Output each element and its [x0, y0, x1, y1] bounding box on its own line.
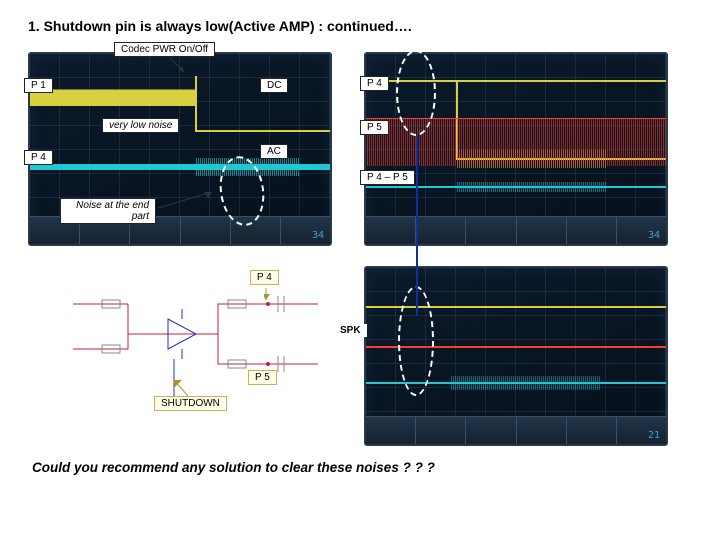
label-dc: DC	[260, 78, 288, 93]
label-very-low-noise: very low noise	[102, 118, 179, 133]
label-p1: P 1	[24, 78, 53, 93]
label-p4-left: P 4	[24, 150, 53, 165]
highlight-circle-top-right	[396, 50, 436, 136]
trace-yellow-fall	[195, 76, 197, 132]
trace-cyan-b-noise	[450, 376, 600, 390]
label-spk: SPK	[334, 324, 367, 337]
label-p5-right: P 5	[360, 120, 389, 135]
question-text: Could you recommend any solution to clea…	[28, 460, 692, 475]
trace-cyan-r-noise	[456, 182, 606, 192]
oscilloscope-row: 34 34 Codec PWR On/Off P 1 P 4 DC AC ver…	[28, 48, 688, 258]
scope-footer-r	[366, 216, 666, 244]
trace-yellow-low	[195, 130, 330, 132]
callout-p5-schem: P 5	[248, 370, 277, 385]
label-p4-right: P 4	[360, 76, 389, 91]
pointer-noise-end	[156, 188, 216, 218]
scope-readout-right-top: 34	[648, 230, 660, 241]
callout-shutdown: SHUTDOWN	[154, 396, 227, 411]
callout-p4-schem: P 4	[250, 270, 279, 285]
label-p4-p5: P 4 – P 5	[360, 170, 415, 185]
pointer-p4-schem	[264, 286, 294, 306]
scope-footer-b	[366, 416, 666, 444]
label-ac: AC	[260, 144, 288, 159]
label-codec-pwr: Codec PWR On/Off	[114, 42, 215, 57]
scope-readout-left: 34	[312, 230, 324, 241]
label-noise-end: Noise at the end part	[60, 198, 156, 224]
connector-line	[416, 136, 418, 316]
page-title: 1. Shutdown pin is always low(Active AMP…	[28, 18, 692, 34]
pointer-codec	[168, 56, 188, 76]
schematic-row: P 4 P 5 SPK SHUTDOWN 21	[28, 264, 688, 450]
scope-readout-right-bottom: 21	[648, 430, 660, 441]
